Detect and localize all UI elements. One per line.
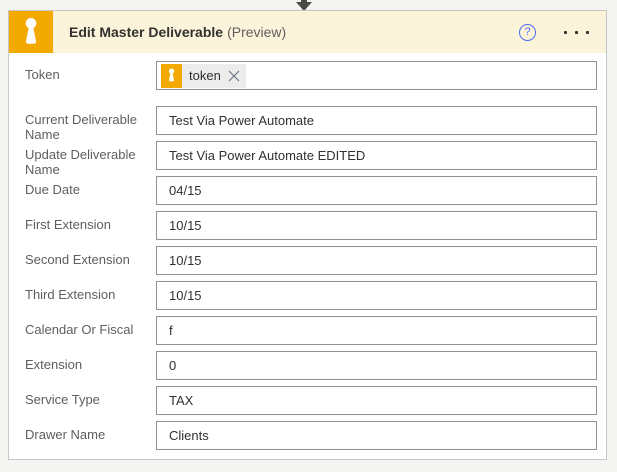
field-row-second-extension: Second Extension [25, 246, 597, 275]
field-row-due-date: Due Date [25, 176, 597, 205]
close-icon [228, 70, 240, 82]
field-label-calendar-or-fiscal: Calendar Or Fiscal [25, 316, 156, 337]
menu-button[interactable] [562, 27, 591, 38]
field-label-service-type: Service Type [25, 386, 156, 407]
field-label-current-deliverable-name: Current Deliverable Name [25, 106, 156, 142]
current-deliverable-name-input[interactable] [156, 106, 597, 135]
preview-badge: (Preview) [227, 24, 286, 40]
field-row-third-extension: Third Extension [25, 281, 597, 310]
ellipsis-icon [586, 31, 589, 34]
connector-icon [9, 11, 53, 53]
field-label-update-deliverable-name: Update Deliverable Name [25, 141, 156, 177]
token-pill[interactable]: token [161, 64, 246, 88]
field-row-extension: Extension [25, 351, 597, 380]
keyhole-icon [20, 16, 42, 48]
field-label-extension: Extension [25, 351, 156, 372]
field-row-token: Token token [25, 61, 597, 90]
action-title: Edit Master Deliverable(Preview) [69, 24, 286, 40]
extension-input[interactable] [156, 351, 597, 380]
first-extension-input[interactable] [156, 211, 597, 240]
calendar-or-fiscal-input[interactable] [156, 316, 597, 345]
field-row-drawer-name: Drawer Name [25, 421, 597, 450]
drawer-name-input[interactable] [156, 421, 597, 450]
due-date-input[interactable] [156, 176, 597, 205]
action-card-header[interactable]: Edit Master Deliverable(Preview) ? [9, 11, 606, 53]
ellipsis-icon [575, 31, 578, 34]
field-row-service-type: Service Type [25, 386, 597, 415]
field-row-calendar-or-fiscal: Calendar Or Fiscal [25, 316, 597, 345]
action-card-body: Token token [9, 53, 606, 450]
flow-designer-canvas: { "page": { "background": "#f4f4f3" }, "… [0, 0, 617, 472]
question-mark-icon: ? [524, 26, 530, 38]
header-actions: ? [519, 24, 606, 41]
field-label-token: Token [25, 61, 156, 82]
field-row-current-deliverable-name: Current Deliverable Name [25, 106, 597, 135]
third-extension-input[interactable] [156, 281, 597, 310]
remove-token-button[interactable] [226, 68, 246, 84]
field-label-drawer-name: Drawer Name [25, 421, 156, 442]
ellipsis-icon [564, 31, 567, 34]
service-type-input[interactable] [156, 386, 597, 415]
field-label-first-extension: First Extension [25, 211, 156, 232]
second-extension-input[interactable] [156, 246, 597, 275]
help-button[interactable]: ? [519, 24, 536, 41]
token-connector-icon [161, 64, 182, 88]
field-row-first-extension: First Extension [25, 211, 597, 240]
field-label-second-extension: Second Extension [25, 246, 156, 267]
action-title-text: Edit Master Deliverable [69, 24, 223, 40]
action-card-edit-master-deliverable: Edit Master Deliverable(Preview) ? Token [8, 10, 607, 460]
keyhole-icon [166, 67, 177, 84]
field-label-due-date: Due Date [25, 176, 156, 197]
token-input[interactable]: token [156, 61, 597, 90]
update-deliverable-name-input[interactable] [156, 141, 597, 170]
token-pill-label: token [182, 68, 226, 83]
field-label-third-extension: Third Extension [25, 281, 156, 302]
field-row-update-deliverable-name: Update Deliverable Name [25, 141, 597, 170]
